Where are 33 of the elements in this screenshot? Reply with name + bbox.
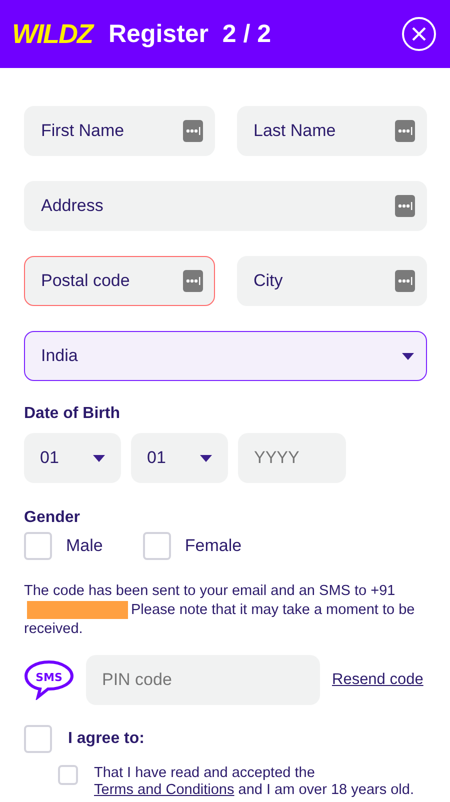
date-dropdown[interactable]: 01 [24,433,121,483]
pin-field[interactable]: PIN code [86,655,320,705]
close-icon [411,26,427,42]
caret-icon [93,454,105,462]
password-manager-icon[interactable] [395,195,415,217]
country-dropdown[interactable]: India [24,331,427,381]
option-label: Male [66,536,103,556]
year-field[interactable]: YYYY [238,433,346,483]
sms-bubble-icon: SMS [24,660,74,700]
agree-label: I agree to: [68,730,144,748]
terms-text: That I have read and accepted the Terms and Conditions and I am over 18 years old. [94,765,415,799]
checkbox[interactable] [24,725,52,753]
input-field[interactable]: Postal code [24,256,214,306]
logo: WILDZ [12,18,92,50]
password-manager-icon[interactable] [395,270,415,292]
terms-link[interactable]: Terms and Conditions [94,782,234,798]
checkbox[interactable] [142,532,171,560]
notice-text: The code has been sent to your email and an SMS to +91 [24,583,396,599]
date-dropdown[interactable]: 01 [131,433,228,483]
section-label: Gender [24,509,82,527]
close-button[interactable] [402,17,436,51]
caret-icon [200,454,212,462]
notice-text: Please note that it may take a moment to be received. [24,602,415,637]
resend-code-link[interactable]: Resend code [332,671,424,689]
caret-icon [402,352,414,360]
password-manager-icon[interactable] [395,120,415,142]
window-title: Register 2 / 2 [108,20,272,48]
checkbox[interactable] [58,765,78,785]
password-manager-icon[interactable] [182,120,202,142]
section-label: Date of Birth [24,405,121,423]
password-manager-icon[interactable] [182,270,202,292]
option-label: Female [184,536,242,556]
checkbox[interactable] [24,532,52,560]
